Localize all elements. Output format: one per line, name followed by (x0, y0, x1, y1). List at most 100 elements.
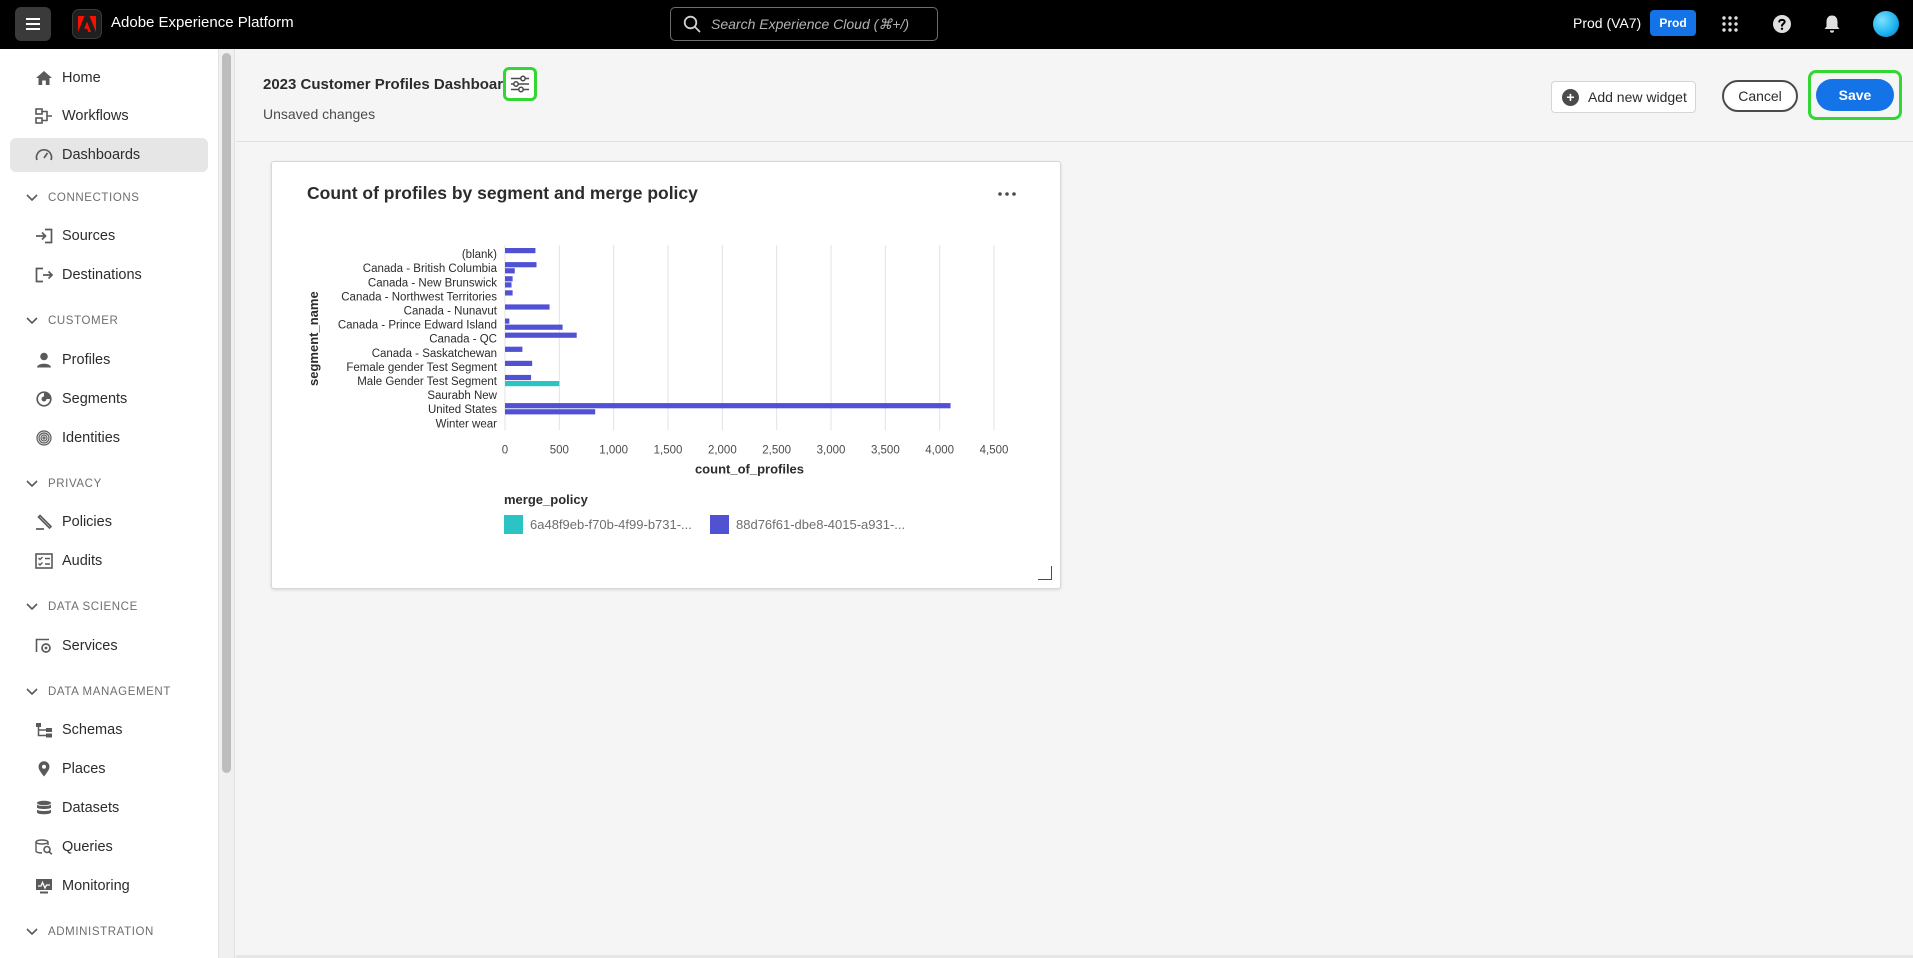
bar (505, 290, 513, 296)
environment-label[interactable]: Prod (VA7) (1573, 15, 1641, 31)
sidebar-item-segments[interactable]: Segments (10, 382, 208, 416)
section-data-management[interactable]: DATA MANAGEMENT (25, 685, 171, 699)
legend-swatch (710, 515, 729, 534)
top-bar: Adobe Experience Platform Prod (VA7) Pro… (0, 0, 1913, 49)
section-title: CONNECTIONS (48, 192, 140, 204)
schemas-icon (35, 721, 53, 739)
queries-icon (35, 838, 53, 856)
menu-toggle-button[interactable] (15, 7, 51, 41)
filter-settings-button[interactable] (503, 67, 537, 101)
datasets-icon (35, 799, 53, 817)
search-icon (683, 15, 701, 33)
bar (505, 324, 563, 330)
search-field[interactable] (670, 7, 938, 41)
y-category-label: Canada - Northwest Territories (341, 291, 497, 303)
profile-icon (35, 351, 53, 369)
sidebar-item-label: Queries (62, 839, 113, 855)
x-tick-label: 0 (502, 444, 508, 456)
environment-badge[interactable]: Prod (1650, 10, 1696, 36)
bar (505, 268, 515, 274)
section-customer[interactable]: CUSTOMER (25, 314, 118, 328)
sidebar-scrollbar[interactable] (222, 53, 231, 773)
x-tick-label: 3,000 (817, 444, 846, 456)
sidebar-item-workflows[interactable]: Workflows (10, 99, 208, 133)
section-title: ADMINISTRATION (48, 926, 154, 938)
section-title: DATA SCIENCE (48, 601, 138, 613)
sidebar-item-label: Home (62, 70, 101, 86)
notifications-bell-icon[interactable] (1820, 12, 1844, 36)
section-privacy[interactable]: PRIVACY (25, 477, 102, 491)
sidebar-item-label: Policies (62, 514, 112, 530)
section-administration[interactable]: ADMINISTRATION (25, 925, 154, 939)
sidebar-item-label: Destinations (62, 267, 142, 283)
sidebar-item-sources[interactable]: Sources (10, 219, 208, 253)
bar (505, 403, 951, 409)
x-tick-label: 4,500 (980, 444, 1009, 456)
dashboard-title: 2023 Customer Profiles Dashboard (263, 76, 513, 93)
search-input[interactable] (711, 16, 921, 32)
sources-icon (35, 227, 53, 245)
widget-card[interactable]: Count of profiles by segment and merge p… (271, 161, 1061, 589)
help-icon[interactable] (1770, 12, 1794, 36)
y-category-label: Saurabh New (427, 390, 497, 402)
sidebar-item-destinations[interactable]: Destinations (10, 258, 208, 292)
chevron-down-icon (25, 191, 39, 205)
user-avatar[interactable] (1873, 11, 1899, 37)
sidebar-item-audits[interactable]: Audits (10, 544, 208, 578)
sidebar-item-label: Places (62, 761, 106, 777)
y-category-label: Canada - Prince Edward Island (338, 320, 497, 332)
sidebar-item-places[interactable]: Places (10, 752, 208, 786)
legend-title: merge_policy (504, 492, 589, 507)
sliders-icon (511, 75, 529, 93)
sidebar-item-identities[interactable]: Identities (10, 421, 208, 455)
legend-swatch (504, 515, 523, 534)
home-icon (35, 69, 53, 87)
sidebar-item-label: Schemas (62, 722, 123, 738)
x-tick-label: 1,500 (654, 444, 683, 456)
section-connections[interactable]: CONNECTIONS (25, 191, 140, 205)
sidebar-item-home[interactable]: Home (10, 61, 208, 95)
sidebar-item-queries[interactable]: Queries (10, 830, 208, 864)
bar (505, 409, 596, 415)
sidebar-item-policies[interactable]: Policies (10, 505, 208, 539)
apps-grid-icon[interactable] (1718, 12, 1742, 36)
y-category-label: Canada - British Columbia (363, 263, 498, 275)
cancel-button[interactable]: Cancel (1722, 80, 1798, 112)
sidebar-item-monitoring[interactable]: Monitoring (10, 869, 208, 903)
segments-icon (35, 390, 53, 408)
bar (505, 381, 560, 387)
sidebar-item-label: Monitoring (62, 878, 130, 894)
legend-label: 88d76f61-dbe8-4015-a931-... (736, 517, 905, 532)
sidebar-item-services[interactable]: Services (10, 629, 208, 663)
bar (505, 332, 577, 338)
add-circle-icon: + (1562, 88, 1579, 106)
sidebar-item-label: Dashboards (62, 147, 141, 163)
x-tick-label: 1,000 (599, 444, 628, 456)
section-data-science[interactable]: DATA SCIENCE (25, 600, 138, 614)
app-title[interactable]: Adobe Experience Platform (111, 14, 294, 31)
bar (505, 276, 513, 282)
sidebar-item-datasets[interactable]: Datasets (10, 791, 208, 825)
bar (505, 360, 533, 366)
workflows-icon (35, 107, 53, 125)
sidebar-item-profiles[interactable]: Profiles (10, 343, 208, 377)
bar (505, 248, 536, 254)
sidebar-item-dashboards[interactable]: Dashboards (10, 138, 208, 172)
bar (505, 282, 512, 288)
services-icon (35, 637, 53, 655)
y-axis-title: segment_name (306, 291, 321, 386)
monitoring-icon (35, 877, 53, 895)
unsaved-changes-status: Unsaved changes (263, 106, 376, 122)
resize-handle[interactable] (1038, 566, 1052, 580)
add-new-widget-button[interactable]: + Add new widget (1551, 81, 1696, 113)
add-new-widget-label: Add new widget (1588, 89, 1687, 105)
x-axis-title: count_of_profiles (695, 461, 804, 476)
bar (505, 374, 532, 381)
sidebar-item-schemas[interactable]: Schemas (10, 713, 208, 747)
adobe-logo[interactable] (72, 9, 102, 39)
fingerprint-icon (35, 429, 53, 447)
x-tick-label: 2,500 (762, 444, 791, 456)
save-button[interactable]: Save (1816, 79, 1894, 111)
x-tick-label: 2,000 (708, 444, 737, 456)
destinations-icon (35, 266, 53, 284)
